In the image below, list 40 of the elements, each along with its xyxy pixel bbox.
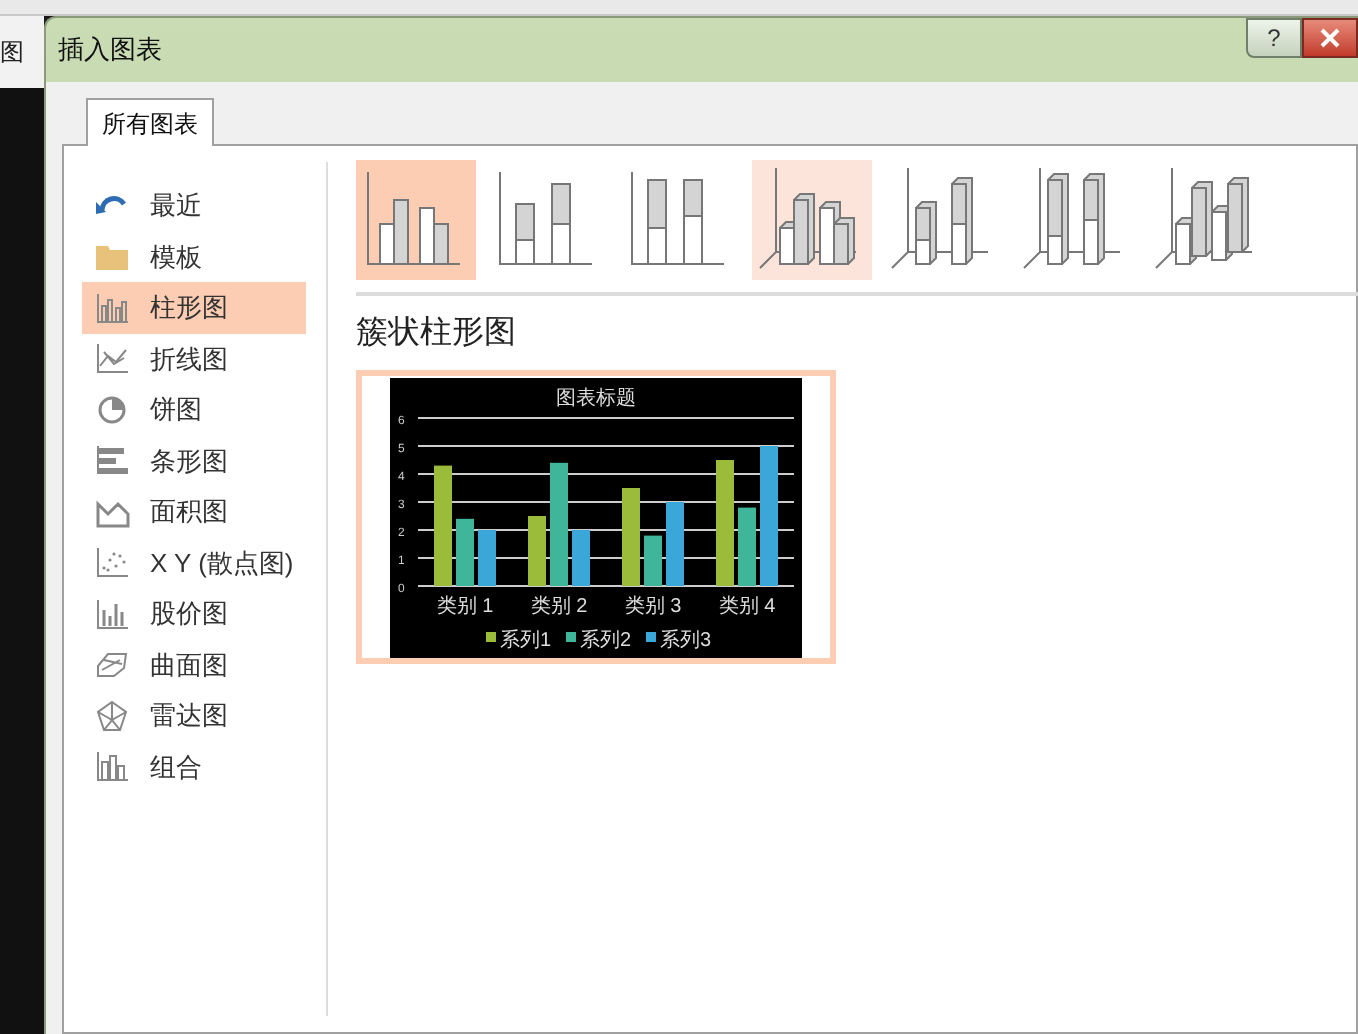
category-label: 类别 1 xyxy=(436,595,494,617)
chart-type-item[interactable]: 条形图 xyxy=(82,435,306,486)
chart-type-item[interactable]: 最近 xyxy=(82,180,306,231)
radar-chart-icon xyxy=(94,699,130,732)
category-label: 类别 4 xyxy=(718,595,776,617)
category-label: 类别 3 xyxy=(624,595,682,617)
chart-type-item[interactable]: X Y (散点图) xyxy=(82,537,306,588)
chart-type-item[interactable]: 股价图 xyxy=(82,588,306,639)
bar-chart-icon xyxy=(94,444,130,477)
category-label: 类别 2 xyxy=(530,595,588,617)
subtype-heading: 簇状柱形图 xyxy=(356,314,518,354)
chart-type-item[interactable]: 饼图 xyxy=(82,384,306,435)
chart-type-item[interactable]: 雷达图 xyxy=(82,690,306,741)
legend-label: 系列1 xyxy=(500,629,552,651)
chart-type-item[interactable]: 折线图 xyxy=(82,333,306,384)
close-icon xyxy=(1320,28,1340,48)
help-button[interactable]: ? xyxy=(1246,18,1302,58)
ribbon-label: 图 xyxy=(0,36,24,70)
scatter-chart-icon xyxy=(94,546,130,579)
chart-subtype-option[interactable] xyxy=(356,160,476,280)
chart-type-item[interactable]: 面积图 xyxy=(82,486,306,537)
stock-chart-icon xyxy=(94,597,130,630)
combo-chart-icon xyxy=(94,750,130,783)
legend-label: 系列2 xyxy=(580,629,632,651)
folder-icon xyxy=(94,240,130,273)
pie-chart-icon xyxy=(94,393,130,426)
chart-subtype-option[interactable] xyxy=(752,160,872,280)
chart-type-item[interactable]: 柱形图 xyxy=(82,282,306,333)
chart-title: 图表标题 xyxy=(556,387,636,409)
line-chart-icon xyxy=(94,342,130,375)
legend-label: 系列3 xyxy=(660,629,712,651)
area-chart-icon xyxy=(94,495,130,528)
chart-type-item[interactable]: 组合 xyxy=(82,741,306,792)
close-button[interactable] xyxy=(1302,18,1358,58)
chart-type-item[interactable]: 模板 xyxy=(82,231,306,282)
window-title: 插入图表 xyxy=(58,32,162,69)
tab[interactable]: 所有图表 xyxy=(86,98,214,146)
surface-chart-icon xyxy=(94,648,130,681)
column-chart-icon xyxy=(94,291,130,324)
chart-type-item[interactable]: 曲面图 xyxy=(82,639,306,690)
